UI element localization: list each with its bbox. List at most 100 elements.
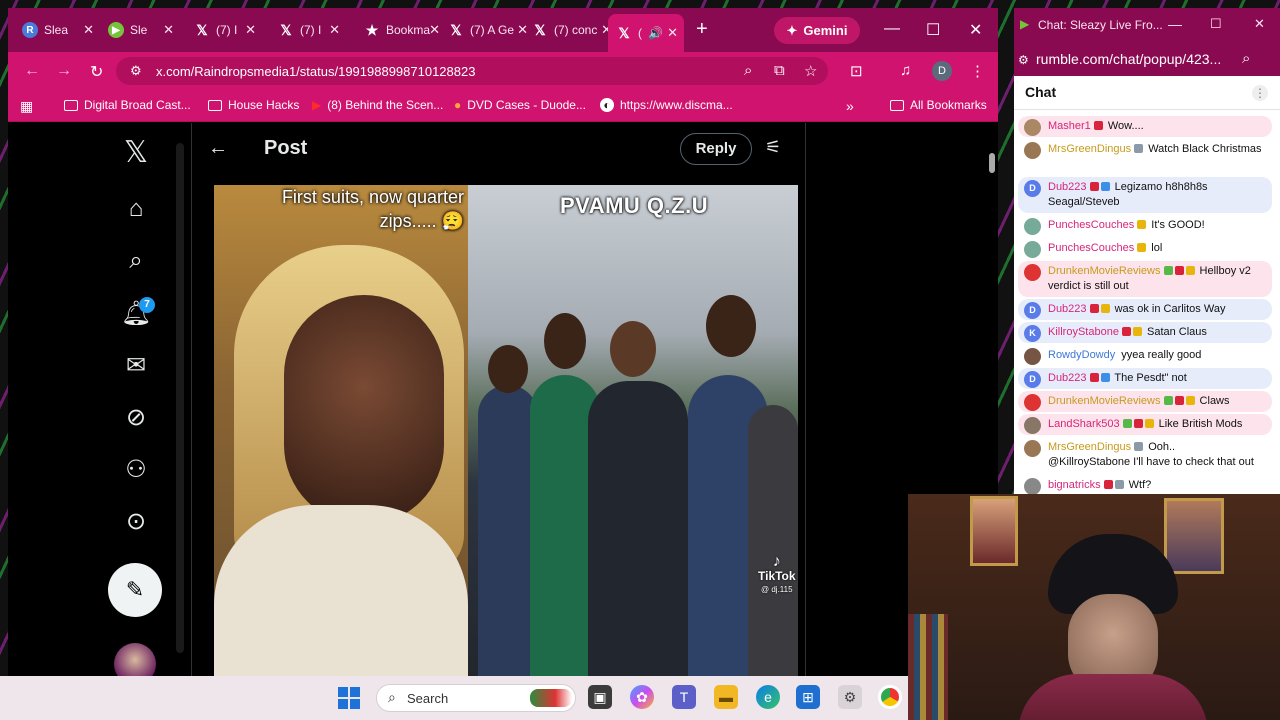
close-tab-icon[interactable]: ✕	[83, 22, 94, 38]
home-icon[interactable]: ⌂	[108, 195, 164, 223]
close-tab-icon[interactable]: ✕	[329, 22, 340, 38]
chat-username[interactable]: DrunkenMovieReviews	[1048, 265, 1161, 277]
chat-message-list[interactable]: Masher1 Wow.... MrsGreenDingus Watch Blac…	[1014, 112, 1280, 494]
user-avatar[interactable]	[1024, 417, 1041, 434]
close-tab-icon[interactable]: ✕	[667, 25, 678, 41]
bookmark-item[interactable]: House Hacks	[208, 98, 299, 112]
tab-7[interactable]: 𝕏 (7) conc ✕	[532, 17, 612, 43]
user-avatar[interactable]	[1024, 264, 1041, 281]
close-window-icon[interactable]: ✕	[1254, 16, 1265, 32]
chat-username[interactable]: PunchesCouches	[1048, 242, 1134, 254]
close-window-icon[interactable]: ✕	[969, 20, 982, 40]
site-info-icon[interactable]: ⚙	[1018, 53, 1029, 67]
chat-username[interactable]: LandShark503	[1048, 418, 1120, 430]
minimize-icon[interactable]: —	[884, 20, 900, 38]
user-avatar[interactable]	[1024, 478, 1041, 494]
new-tab-button[interactable]: +	[696, 18, 708, 41]
bookmark-item[interactable]: ◐ https://www.discma...	[600, 98, 733, 112]
close-tab-icon[interactable]: ✕	[429, 22, 440, 38]
windows-start-icon[interactable]	[338, 687, 360, 709]
mail-icon[interactable]: ✉	[108, 351, 164, 380]
tab-2[interactable]: ▶ Sle ✕	[108, 17, 174, 43]
user-avatar[interactable]: D	[1024, 371, 1041, 388]
video-player[interactable]: First suits, now quarter zips..... 😮‍💨 P…	[214, 185, 798, 678]
file-explorer-dark-icon[interactable]: ▣	[588, 685, 612, 709]
maximize-icon[interactable]: ☐	[1210, 16, 1222, 32]
chat-url[interactable]: rumble.com/chat/popup/423...	[1036, 51, 1221, 67]
bookmark-item[interactable]: ▶ (8) Behind the Scen...	[312, 98, 443, 112]
reply-button[interactable]: Reply	[680, 133, 752, 165]
bookmark-item[interactable]: Digital Broad Cast...	[64, 98, 191, 112]
close-tab-icon[interactable]: ✕	[517, 22, 528, 38]
x-logo-icon[interactable]: 𝕏	[108, 135, 164, 170]
tab-6[interactable]: 𝕏 (7) A Ge ✕	[448, 17, 528, 43]
maximize-icon[interactable]: ☐	[926, 20, 940, 40]
search-icon[interactable]: ⌕	[108, 247, 164, 275]
chat-username[interactable]: MrsGreenDingus	[1048, 441, 1131, 453]
more-bookmarks-icon[interactable]: »	[846, 98, 854, 114]
user-avatar[interactable]	[1024, 394, 1041, 411]
tab-4[interactable]: 𝕏 (7) I ✕	[278, 17, 340, 43]
chat-username[interactable]: PunchesCouches	[1048, 219, 1134, 231]
speaker-icon[interactable]: 🔊	[648, 26, 663, 40]
more-icon[interactable]: ⊙	[108, 507, 164, 536]
bell-icon[interactable]: 🔔︎	[108, 299, 164, 328]
reload-icon[interactable]: ↻	[90, 62, 103, 82]
user-avatar[interactable]	[1024, 218, 1041, 235]
user-avatar[interactable]	[1024, 241, 1041, 258]
user-avatar[interactable]: D	[1024, 302, 1041, 319]
edge-icon[interactable]: e	[756, 685, 780, 709]
tab-1[interactable]: R Slea ✕	[22, 17, 94, 43]
tab-5[interactable]: ★ Bookma ✕	[364, 17, 440, 43]
profile-avatar[interactable]: D	[932, 61, 952, 81]
chat-menu-icon[interactable]: ⋮	[1252, 85, 1268, 101]
chat-username[interactable]: KillroyStabone	[1048, 326, 1119, 338]
chrome-icon[interactable]	[878, 685, 902, 709]
user-avatar[interactable]: D	[1024, 180, 1041, 197]
close-tab-icon[interactable]: ✕	[163, 22, 174, 38]
minimize-icon[interactable]: —	[1168, 16, 1182, 32]
bookmark-item[interactable]: ● DVD Cases - Duode...	[454, 98, 586, 112]
grok-icon[interactable]: ⊘	[108, 403, 164, 432]
media-control-icon[interactable]: ♫	[900, 62, 911, 79]
all-bookmarks[interactable]: All Bookmarks	[890, 98, 987, 112]
forward-arrow-icon[interactable]: →	[56, 62, 72, 80]
chat-username[interactable]: DrunkenMovieReviews	[1048, 395, 1161, 407]
back-arrow-icon[interactable]: ←	[24, 62, 40, 80]
tab-8-active[interactable]: 𝕏 ( 🔊 ✕	[608, 14, 684, 52]
profile-icon[interactable]: ⚇	[108, 455, 164, 484]
user-avatar[interactable]	[1024, 440, 1041, 457]
chat-username[interactable]: RowdyDowdy	[1048, 349, 1115, 361]
widget-icon[interactable]	[530, 689, 572, 707]
teams-icon[interactable]: T	[672, 685, 696, 709]
chat-username[interactable]: Dub223	[1048, 303, 1087, 315]
user-avatar[interactable]	[1024, 348, 1041, 365]
user-avatar[interactable]	[1024, 142, 1041, 159]
user-avatar[interactable]: K	[1024, 325, 1041, 342]
page-scrollbar[interactable]	[989, 153, 995, 173]
zoom-icon[interactable]: ⌕	[1242, 50, 1250, 67]
app-icon[interactable]: ⚙	[838, 685, 862, 709]
tab-3[interactable]: 𝕏 (7) I ✕	[194, 17, 256, 43]
close-tab-icon[interactable]: ✕	[245, 22, 256, 38]
bookmark-star-icon[interactable]: ☆	[804, 62, 817, 80]
menu-dots-icon[interactable]: ⋮	[970, 62, 985, 80]
chat-username[interactable]: bignatricks	[1048, 479, 1101, 491]
store-icon[interactable]: ⊞	[796, 685, 820, 709]
chat-username[interactable]: Masher1	[1048, 120, 1091, 132]
copilot-icon[interactable]: ✿	[630, 685, 654, 709]
folder-icon[interactable]: ▬	[714, 685, 738, 709]
back-arrow-icon[interactable]: ←	[208, 137, 228, 160]
gemini-button[interactable]: ✦ Gemini	[774, 17, 860, 44]
zoom-icon[interactable]: ⌕	[744, 62, 752, 79]
sidebar-scrollbar[interactable]	[176, 143, 184, 653]
chat-username[interactable]: Dub223	[1048, 372, 1087, 384]
user-avatar[interactable]	[1024, 119, 1041, 136]
install-app-icon[interactable]: ⧉	[774, 62, 785, 79]
site-info-icon[interactable]: ⚙	[130, 63, 142, 79]
compose-post-button[interactable]: ✎	[108, 563, 162, 617]
screen-search-icon[interactable]: ⊡	[850, 62, 863, 80]
chat-username[interactable]: MrsGreenDingus	[1048, 143, 1131, 155]
url-input[interactable]: x.com/Raindropsmedia1/status/19919889987…	[116, 57, 828, 85]
account-avatar[interactable]	[114, 643, 156, 678]
